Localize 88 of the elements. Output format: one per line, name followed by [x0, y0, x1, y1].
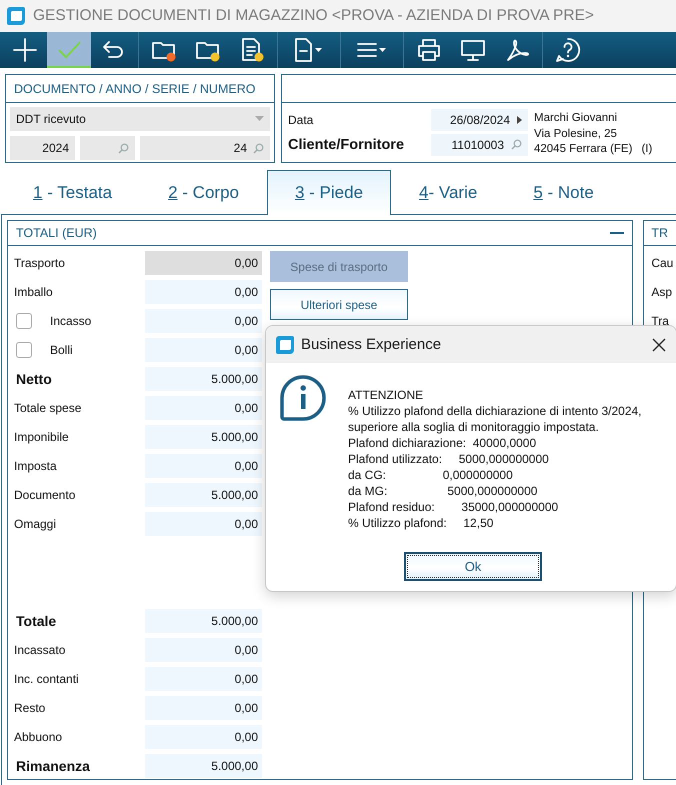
document-icon — [239, 37, 265, 63]
tab[interactable]: 3 - Piede — [266, 170, 392, 215]
checkbox[interactable] — [16, 313, 32, 329]
amount-field[interactable]: 5.000,00 — [145, 425, 262, 449]
field-label: Data — [288, 112, 314, 129]
field-label: Asp — [651, 285, 674, 299]
field-label: Imponibile — [14, 430, 69, 444]
tab[interactable]: 2 - Corpo — [140, 170, 267, 214]
search-icon — [253, 142, 264, 154]
field-label: Incasso — [49, 314, 92, 328]
address-line: Via Polesine, 25 — [534, 126, 618, 142]
dropdown-arrow-icon — [255, 116, 264, 122]
field-label: Incassato — [14, 643, 66, 657]
message-line: Plafond residuo: 35000,000000000 — [348, 499, 560, 515]
amount-field[interactable]: 0,00 — [145, 696, 262, 720]
field-label: Cau — [651, 256, 674, 270]
tab[interactable]: 4- Varie — [391, 170, 506, 214]
tab[interactable]: 5 - Note — [505, 170, 622, 214]
address-line: Marchi Giovanni — [534, 111, 618, 126]
message-line: % Utilizzo plafond: 12,50 — [348, 515, 494, 531]
field-label: Bolli — [49, 343, 73, 357]
message-line: da MG: 5000,000000000 — [348, 483, 538, 499]
tab[interactable]: 1 - Testata — [5, 170, 140, 214]
amount-field[interactable]: 5.000,00 — [145, 367, 262, 391]
year-field[interactable]: 2024 — [10, 136, 75, 160]
message-line: da CG: 0,000000000 — [348, 467, 514, 483]
field-label: Imposta — [14, 459, 57, 473]
monitor-icon — [460, 37, 486, 63]
arrow-right-icon — [517, 116, 522, 124]
field-label: Netto — [16, 371, 52, 387]
field-label: Cliente/Fornitore — [288, 136, 406, 155]
message-line: superiore alla soglia di monitoraggio impostata. — [348, 419, 600, 435]
amount-field[interactable]: 0,00 — [145, 396, 262, 420]
panel-title: TOTALI (EUR) — [16, 226, 97, 240]
dialog-title: Business Experience — [301, 336, 442, 353]
amount-field[interactable]: 0,00 — [145, 280, 262, 304]
message-line: Plafond utilizzato: 5000,000000000 — [348, 451, 550, 467]
app-logo-icon — [275, 334, 295, 354]
action-button[interactable]: Ulteriori spese — [270, 289, 408, 320]
amount-field[interactable]: 5.000,00 — [145, 754, 262, 778]
window-title: GESTIONE DOCUMENTI DI MAGAZZINO <PROVA - AZIENDA DI PROVA PRE> — [33, 7, 594, 25]
panel-title: TR — [651, 226, 668, 240]
amount-field[interactable]: 5.000,00 — [145, 609, 262, 633]
amount-field[interactable]: 0,00 — [145, 309, 262, 333]
search-icon — [118, 142, 129, 154]
address-line: 42045 Ferrara (FE) — [534, 142, 632, 157]
collapse-icon — [610, 232, 624, 234]
series-field[interactable] — [80, 136, 135, 160]
country-code: (I) — [641, 142, 652, 157]
section-label: DOCUMENTO / ANNO / SERIE / NUMERO — [14, 82, 256, 96]
checkbox[interactable] — [16, 342, 32, 358]
field-label: Totale — [16, 613, 56, 629]
field-label: Rimanenza — [16, 758, 90, 774]
field-label: Tra — [651, 314, 670, 328]
close-button[interactable] — [652, 338, 666, 352]
message-line: ATTENZIONE — [348, 387, 424, 403]
document-dropdown-icon — [293, 37, 325, 63]
field-label: Trasporto — [14, 256, 65, 270]
customer-code-field[interactable]: 11010003 — [431, 134, 528, 156]
pdf-icon — [504, 37, 530, 63]
app-logo-icon — [6, 6, 26, 26]
number-field[interactable]: 24 — [140, 136, 270, 160]
amount-field[interactable]: 0,00 — [145, 512, 262, 536]
ok-button[interactable]: Ok — [404, 552, 542, 581]
amount-field[interactable]: 0,00 — [145, 338, 262, 362]
document-type-dropdown[interactable]: DDT ricevuto — [10, 107, 270, 131]
amount-field[interactable]: 0,00 — [145, 667, 262, 691]
amount-field[interactable]: 0,00 — [145, 725, 262, 749]
info-icon — [280, 375, 326, 421]
close-icon — [652, 338, 666, 352]
field-label: Imballo — [14, 285, 53, 299]
help-icon — [555, 37, 581, 63]
date-field[interactable]: 26/08/2024 — [431, 109, 528, 131]
amount-field[interactable]: 0,00 — [145, 251, 262, 275]
amount-field[interactable]: 0,00 — [145, 638, 262, 662]
search-icon — [511, 139, 522, 150]
message-line: % Utilizzo plafond della dichiarazione di intento 3/2024, — [348, 403, 642, 419]
printer-icon — [416, 37, 442, 63]
field-label: Resto — [14, 701, 46, 715]
field-label: Abbuono — [14, 730, 62, 744]
amount-field[interactable]: 5.000,00 — [145, 483, 262, 507]
message-line: Plafond dichiarazione: 40000,0000 — [348, 435, 538, 451]
field-label: Documento — [14, 488, 76, 502]
plus-icon — [12, 37, 38, 63]
field-label: Inc. contanti — [14, 672, 79, 686]
field-label: Totale spese — [14, 401, 82, 415]
amount-field[interactable]: 0,00 — [145, 454, 262, 478]
field-label: Omaggi — [14, 517, 56, 531]
